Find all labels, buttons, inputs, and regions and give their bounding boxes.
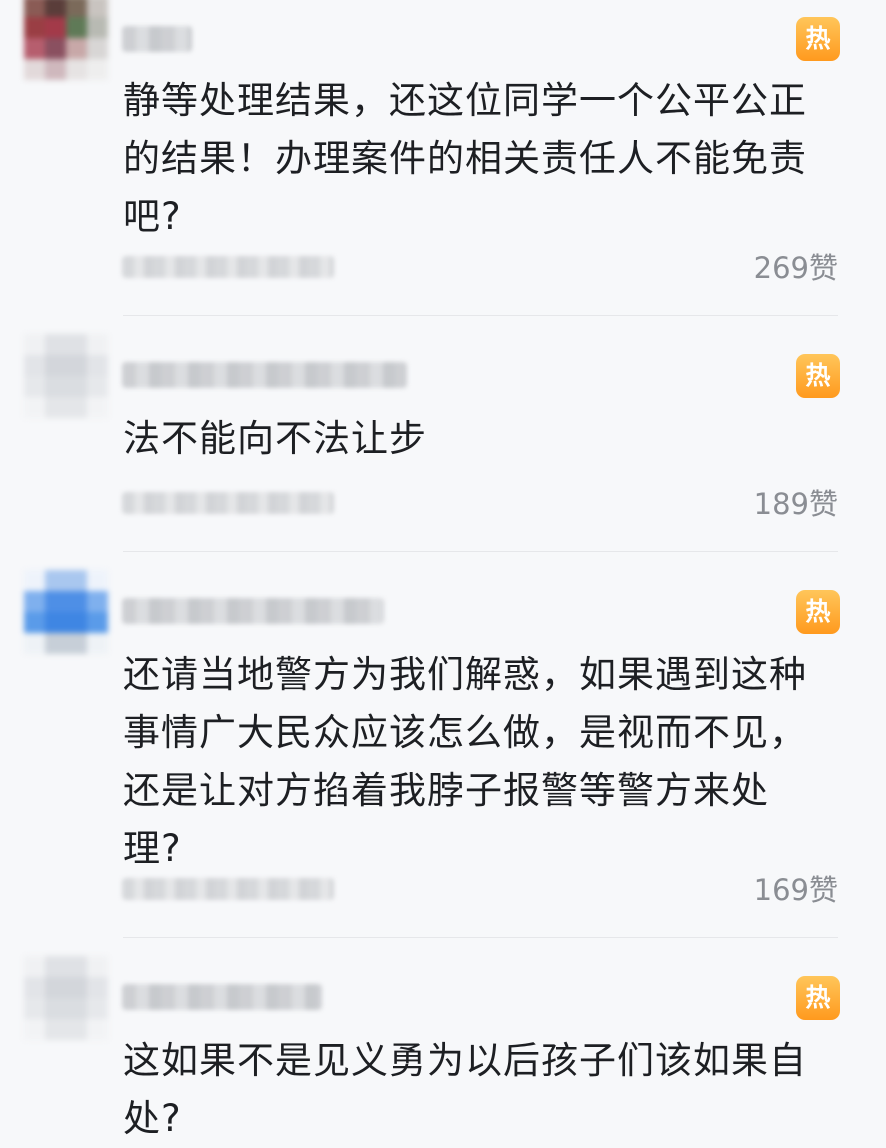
- comment-text: 法不能向不法让步: [123, 417, 427, 460]
- hot-badge: 热: [796, 354, 840, 398]
- avatar[interactable]: [24, 334, 108, 418]
- like-count[interactable]: 269赞: [754, 250, 838, 286]
- like-count[interactable]: 169赞: [754, 872, 838, 908]
- hot-badge: 热: [796, 17, 840, 61]
- username[interactable]: [122, 26, 192, 52]
- comment-meta: [122, 492, 334, 514]
- hot-badge: 热: [796, 590, 840, 634]
- avatar[interactable]: [24, 956, 108, 1040]
- comment-text: 这如果不是见义勇为以后孩子们该如果自处?: [123, 1039, 807, 1140]
- hot-badge: 热: [796, 976, 840, 1020]
- avatar[interactable]: [24, 570, 108, 654]
- comment-meta: [122, 878, 334, 900]
- username[interactable]: [122, 598, 384, 624]
- comment-text: 还请当地警方为我们解惑，如果遇到这种事情广大民众应该怎么做，是视而不见，还是让对…: [123, 653, 807, 870]
- divider: [123, 937, 838, 938]
- comment-text: 静等处理结果，还这位同学一个公平公正的结果！办理案件的相关责任人不能免责吧?: [123, 79, 807, 238]
- avatar[interactable]: [24, 0, 108, 80]
- comment-meta: [122, 256, 334, 278]
- username[interactable]: [122, 984, 322, 1010]
- username[interactable]: [122, 362, 407, 388]
- like-count[interactable]: 189赞: [754, 486, 838, 522]
- divider: [123, 551, 838, 552]
- divider: [123, 315, 838, 316]
